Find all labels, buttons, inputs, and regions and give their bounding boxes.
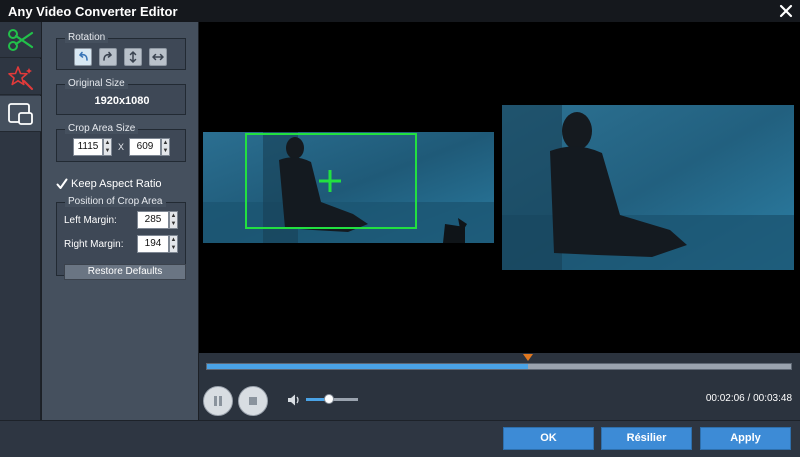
tab-crop[interactable] <box>0 96 41 132</box>
volume-slider[interactable] <box>306 394 358 404</box>
seek-bar-progress <box>207 364 529 369</box>
flip-horizontal-button[interactable] <box>149 48 167 66</box>
original-size-value: 1920x1080 <box>94 95 150 107</box>
left-margin-input[interactable]: 285 <box>137 211 169 229</box>
crop-icon <box>8 103 33 125</box>
scissors-icon <box>8 29 34 51</box>
playback-time: 00:02:06 / 00:03:48 <box>705 393 792 404</box>
pause-icon <box>214 396 222 406</box>
tab-trim[interactable] <box>0 22 41 58</box>
window-title: Any Video Converter Editor <box>8 4 178 19</box>
crop-height-input[interactable]: 609 <box>129 138 161 156</box>
position-label: Position of Crop Area <box>65 196 166 207</box>
rotation-label: Rotation <box>65 32 109 43</box>
crop-area-size-group: Crop Area Size 1115 ▲ ▼ X 609 ▲ ▼ <box>56 123 186 162</box>
stop-button[interactable] <box>238 386 268 416</box>
left-margin-label: Left Margin: <box>64 215 117 226</box>
crop-width-stepper[interactable]: ▲ ▼ <box>103 138 112 156</box>
rotation-group: Rotation <box>56 32 186 70</box>
cancel-button[interactable]: Résilier <box>601 427 692 450</box>
seek-bar[interactable] <box>206 363 792 370</box>
pause-button[interactable] <box>203 386 233 416</box>
apply-button[interactable]: Apply <box>700 427 791 450</box>
left-margin-stepper[interactable]: ▲ ▼ <box>169 211 178 229</box>
chevron-up-icon[interactable]: ▲ <box>104 139 111 147</box>
editor-tabs <box>0 22 41 420</box>
right-margin-label: Right Margin: <box>64 239 124 250</box>
chevron-up-icon[interactable]: ▲ <box>170 212 177 220</box>
video-preview-area <box>199 22 800 353</box>
crop-height-stepper[interactable]: ▲ ▼ <box>161 138 170 156</box>
rotate-right-button[interactable] <box>99 48 117 66</box>
crop-width-input[interactable]: 1115 <box>73 138 103 156</box>
restore-defaults-button[interactable]: Restore Defaults <box>64 264 186 280</box>
crop-settings-panel: Rotation Original Size 1920x1080 Crop Ar… <box>42 22 198 420</box>
flip-vertical-icon <box>129 51 137 63</box>
original-size-group: Original Size 1920x1080 <box>56 78 186 115</box>
right-margin-input[interactable]: 194 <box>137 235 169 253</box>
chevron-up-icon[interactable]: ▲ <box>170 236 177 244</box>
rotate-right-icon <box>103 51 112 61</box>
tab-effects[interactable] <box>0 59 41 95</box>
chevron-up-icon[interactable]: ▲ <box>162 139 169 147</box>
volume-knob[interactable] <box>324 394 335 404</box>
title-bar: Any Video Converter Editor <box>0 0 800 22</box>
close-icon[interactable] <box>778 3 794 19</box>
cropped-output-preview <box>502 105 794 270</box>
ok-button[interactable]: OK <box>503 427 594 450</box>
move-crosshair-icon[interactable] <box>318 169 342 193</box>
size-separator: X <box>118 142 125 152</box>
rotate-left-button[interactable] <box>74 48 92 66</box>
right-margin-stepper[interactable]: ▲ ▼ <box>169 235 178 253</box>
crop-area-size-label: Crop Area Size <box>65 123 139 134</box>
volume-icon[interactable] <box>287 393 301 407</box>
keep-aspect-ratio-label: Keep Aspect Ratio <box>71 178 162 190</box>
chevron-down-icon[interactable]: ▼ <box>162 147 169 155</box>
flip-vertical-button[interactable] <box>124 48 142 66</box>
keep-aspect-ratio-checkbox[interactable] <box>56 178 68 190</box>
playhead-marker-icon[interactable] <box>523 354 534 362</box>
playback-controls: 00:02:06 / 00:03:48 <box>199 353 800 420</box>
rotate-left-icon <box>79 51 88 61</box>
dialog-footer: OK Résilier Apply <box>0 420 800 457</box>
original-size-label: Original Size <box>65 78 128 89</box>
stop-icon <box>249 397 257 405</box>
checkmark-icon <box>56 178 68 189</box>
chevron-down-icon[interactable]: ▼ <box>170 244 177 252</box>
flip-horizontal-icon <box>152 53 164 61</box>
chevron-down-icon[interactable]: ▼ <box>104 147 111 155</box>
chevron-down-icon[interactable]: ▼ <box>170 220 177 228</box>
effects-star-icon <box>8 66 33 90</box>
